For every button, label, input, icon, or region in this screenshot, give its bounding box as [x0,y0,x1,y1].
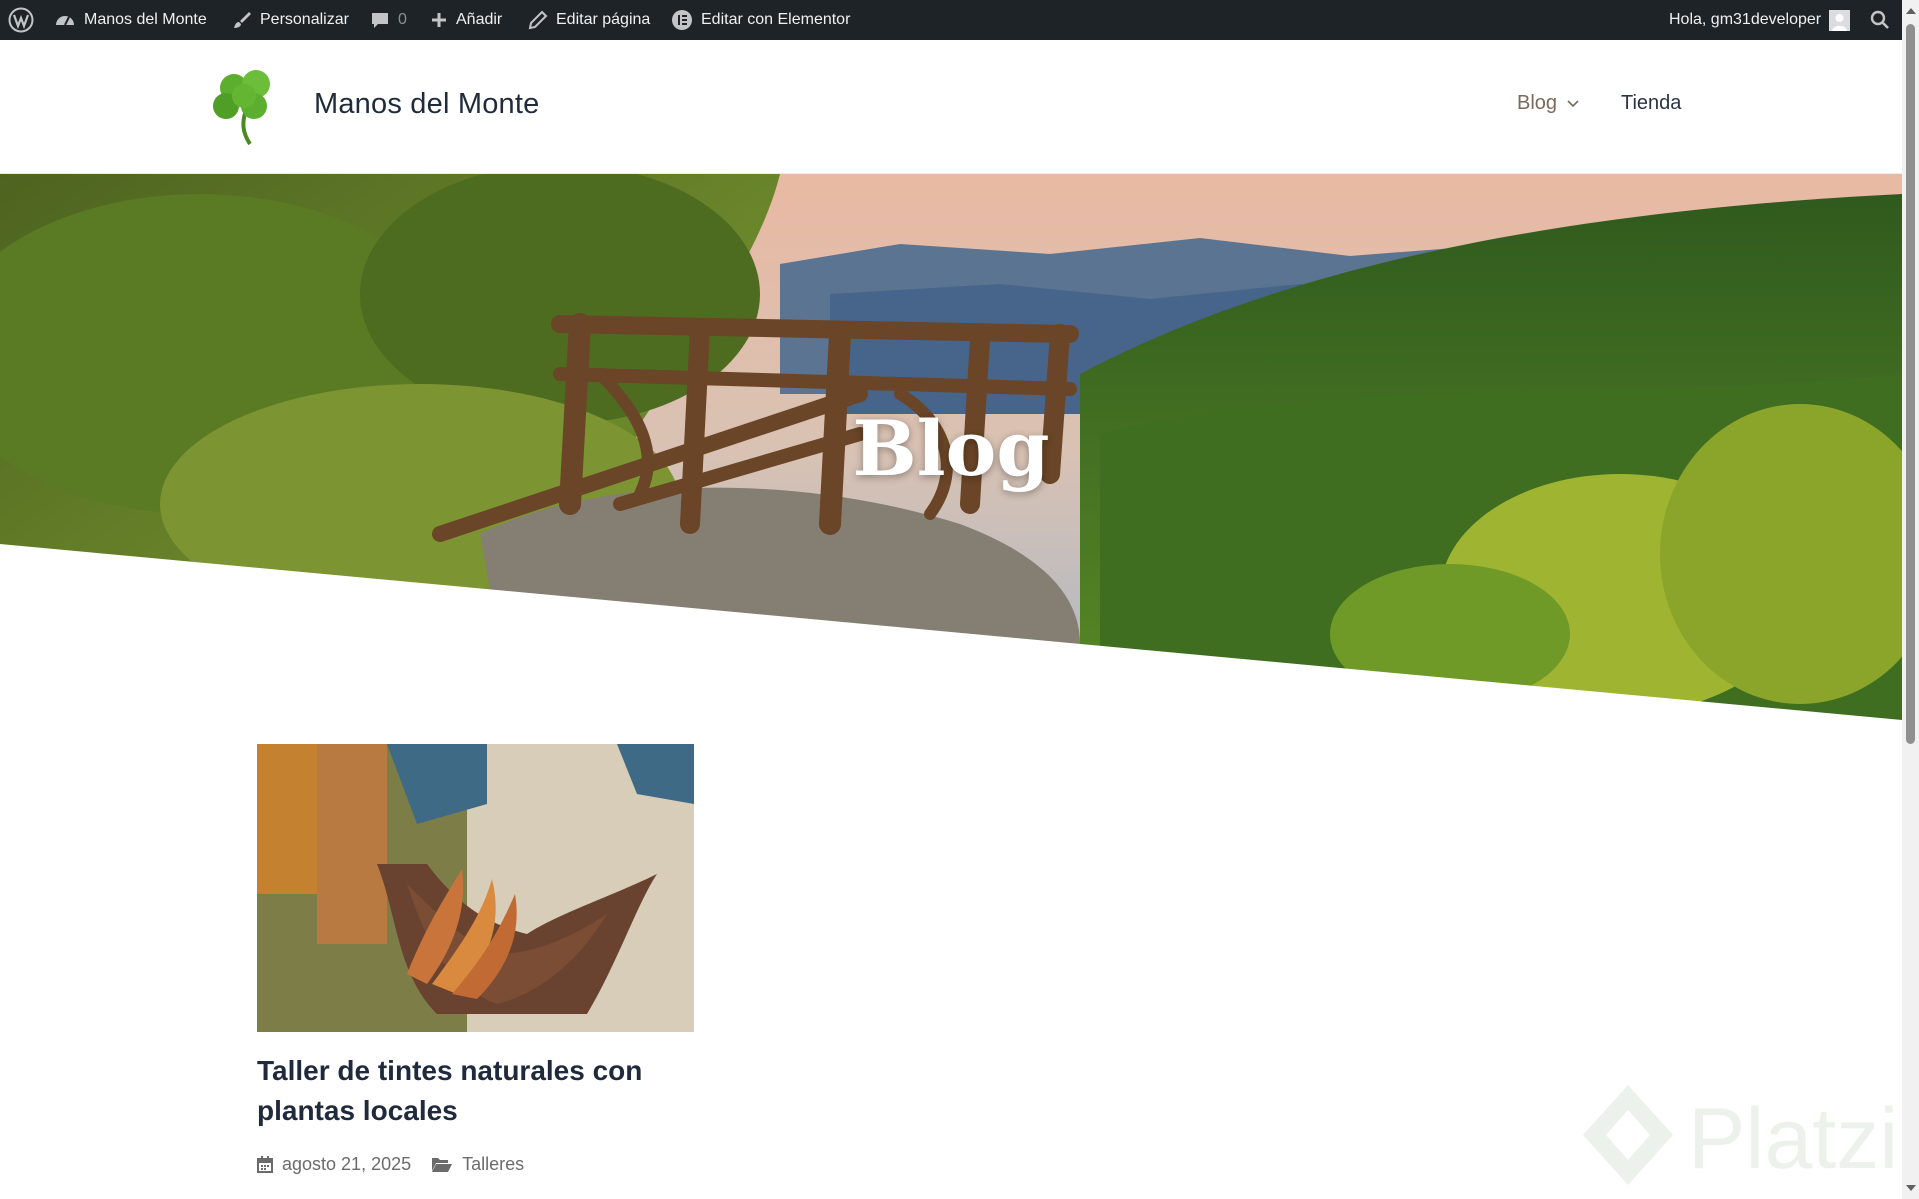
watermark-text: Platzi [1688,1091,1899,1187]
clover-icon[interactable] [212,66,282,146]
avatar [1829,9,1851,31]
search-icon[interactable] [1870,0,1890,40]
add-new-label: Añadir [456,11,503,28]
admin-site-link[interactable]: Manos del Monte [54,0,207,40]
nav-item-label: Blog [1517,92,1558,114]
page-title: Blog [852,404,1050,493]
edit-elementor-label: Editar con Elementor [701,11,851,28]
wordpress-icon[interactable] [8,0,34,40]
post-meta: agosto 21, 2025 Talleres [257,1151,544,1177]
nav-item-tienda[interactable]: Tienda [1621,92,1681,115]
elementor-icon [672,10,692,30]
admin-site-name: Manos del Monte [84,11,207,28]
calendar-icon [257,1155,273,1173]
plus-icon [432,13,446,27]
post-thumbnail[interactable] [257,744,694,1032]
greeting-text: Hola, gm31developer [1669,11,1822,28]
platzi-logo-icon [1583,1085,1673,1185]
pencil-icon [528,10,548,30]
folder-open-icon [432,1157,453,1172]
post-date-text: agosto 21, 2025 [282,1153,412,1174]
hero-banner: Blog [0,174,1902,724]
edit-elementor-link[interactable]: Editar con Elementor [671,0,850,40]
platzi-watermark: Platzi [1578,1080,1908,1190]
post-title-link[interactable]: Taller de tintes naturales con plantas l… [257,1051,727,1131]
customize-link[interactable]: Personalizar [232,0,349,40]
site-title[interactable]: Manos del Monte [314,88,539,121]
site-header: Manos del Monte Blog Tienda [0,40,1902,174]
scrollbar-thumb[interactable] [1906,24,1915,744]
post-category[interactable]: Talleres [431,1154,524,1175]
add-new-link[interactable]: Añadir [430,0,502,40]
nav-item-blog[interactable]: Blog [1517,92,1579,115]
post-date: agosto 21, 2025 [257,1154,411,1175]
chevron-down-icon [1567,99,1579,107]
comments-count: 0 [398,11,407,28]
brush-icon [234,12,251,28]
post-category-text: Talleres [462,1153,525,1174]
edit-page-label: Editar página [556,11,651,28]
edit-page-link[interactable]: Editar página [528,0,650,40]
scroll-down-arrow[interactable] [1906,1185,1916,1191]
nav-item-label: Tienda [1621,92,1682,114]
customize-label: Personalizar [260,11,349,28]
page-scrollbar[interactable] [1902,0,1919,1199]
admin-bar: Manos del Monte Personalizar 0 Añadir Ed… [0,0,1919,40]
scroll-up-arrow[interactable] [1906,8,1916,14]
comments-link[interactable]: 0 [370,0,407,40]
account-menu[interactable]: Hola, gm31developer [1669,0,1851,40]
dashboard-icon [56,16,74,26]
comment-icon [372,13,388,28]
